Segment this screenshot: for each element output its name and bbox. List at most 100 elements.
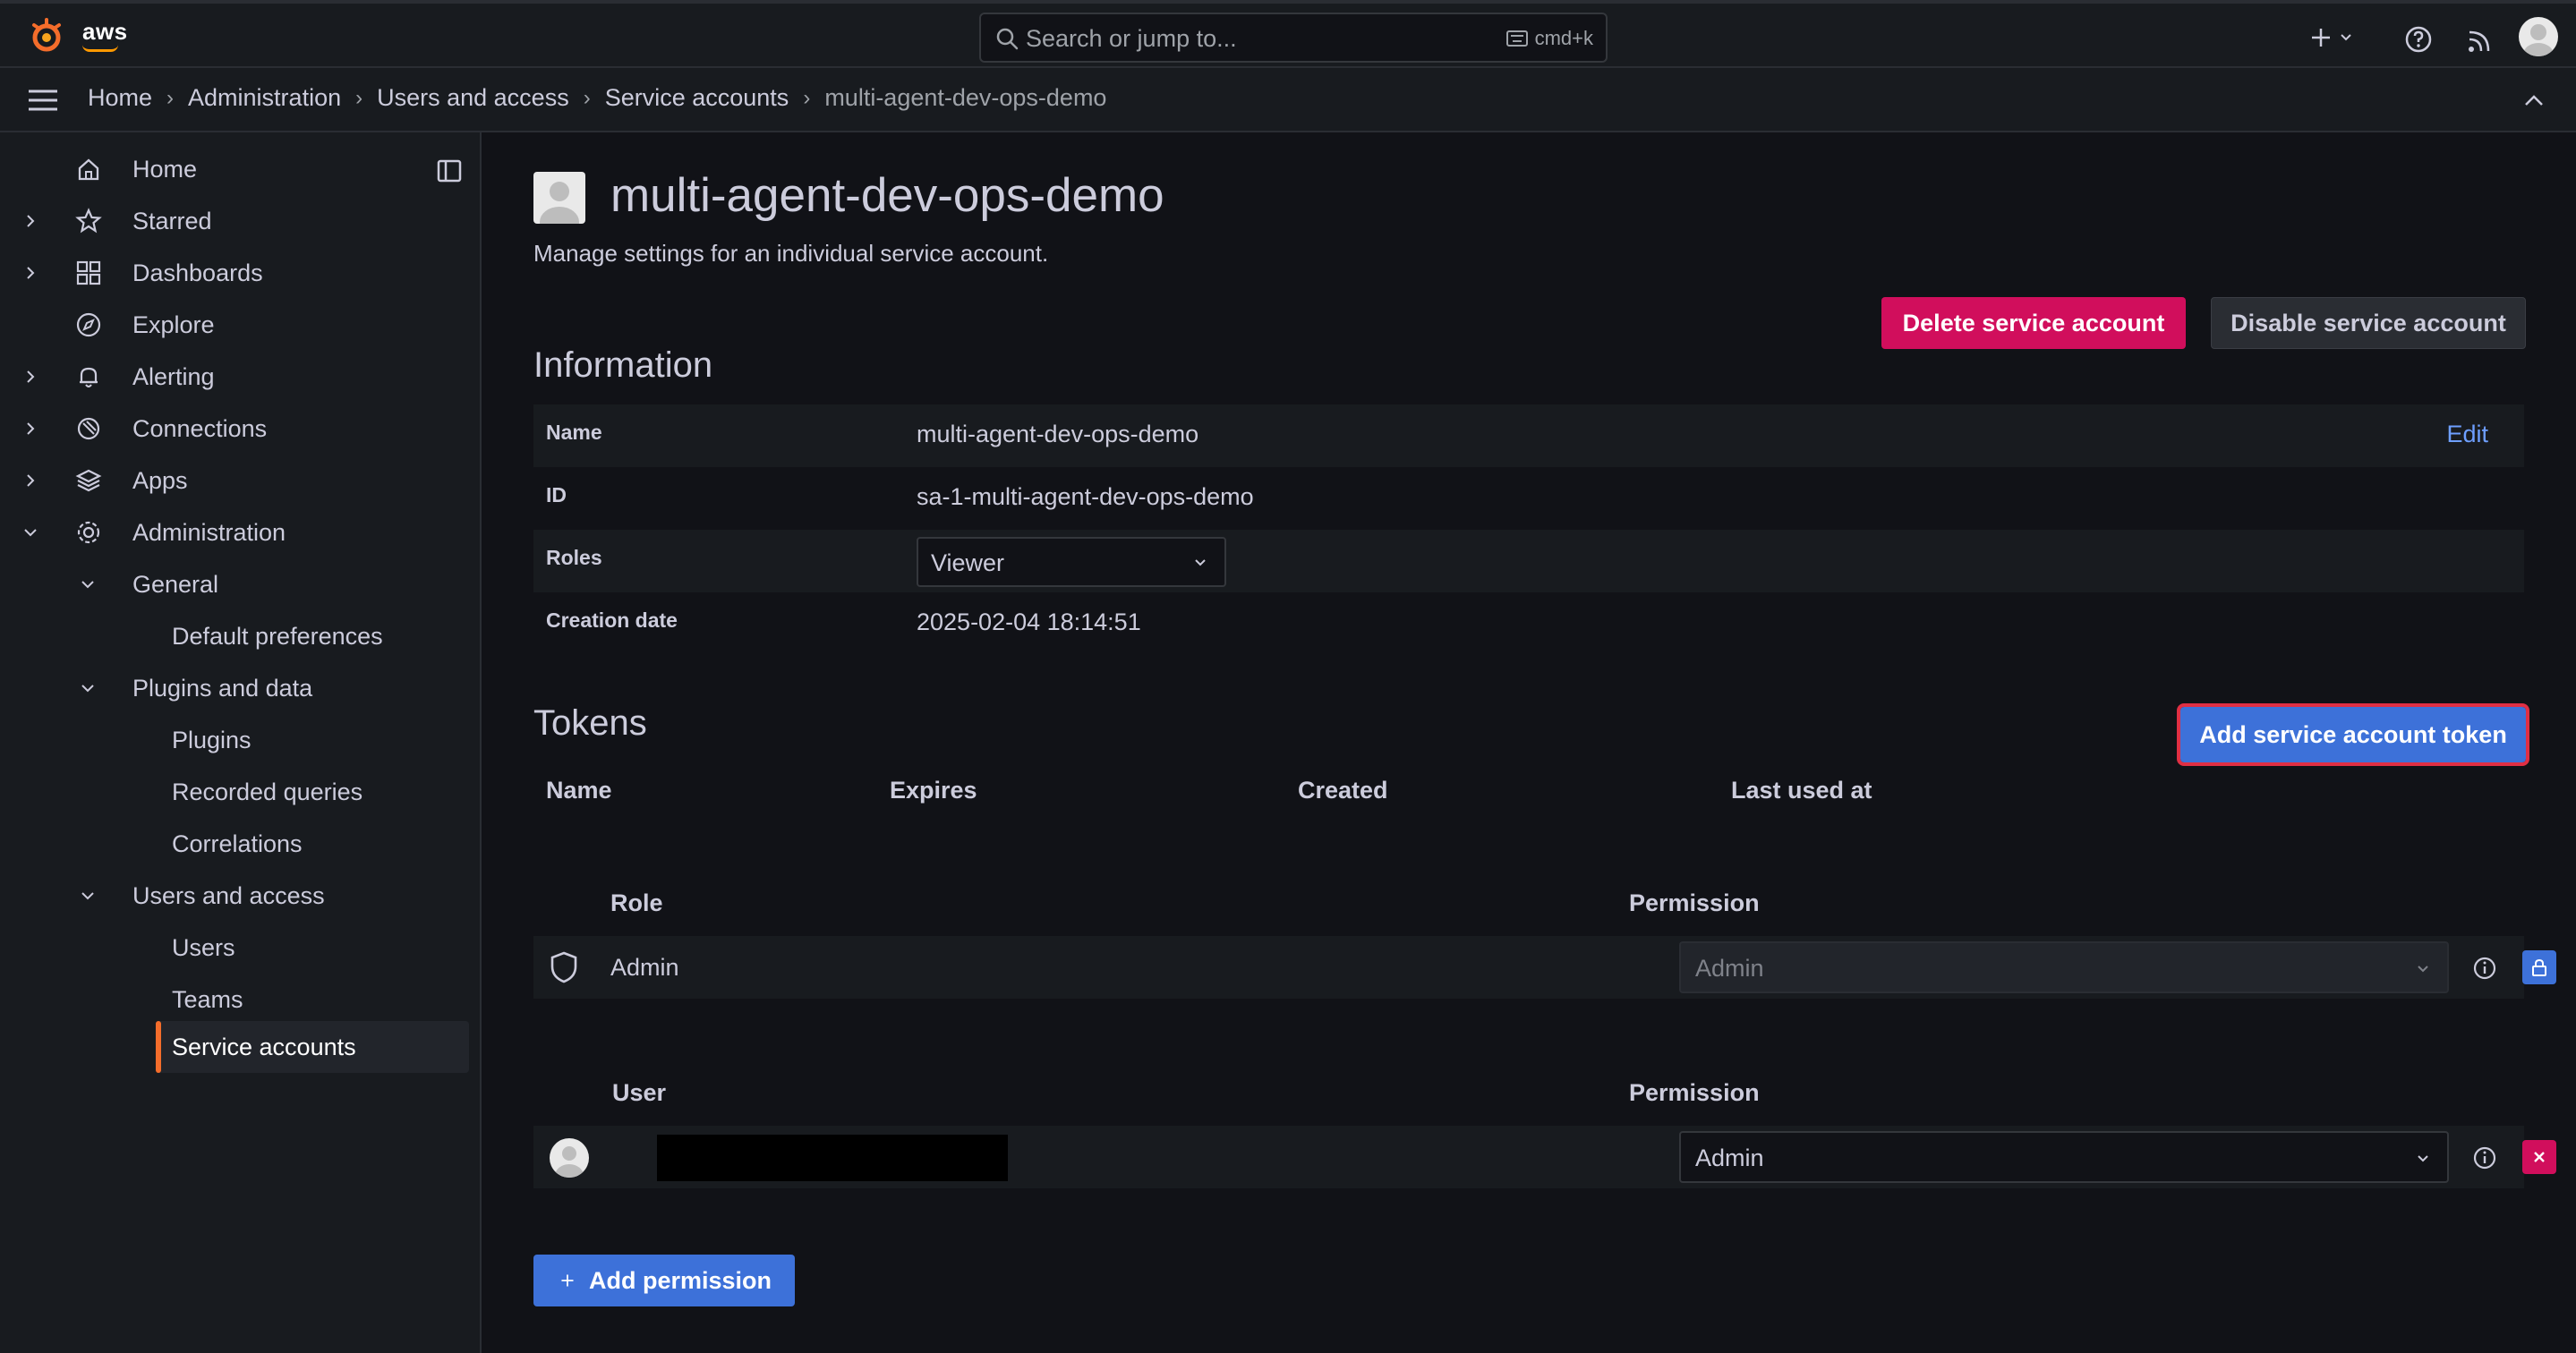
connections-icon (77, 417, 100, 440)
chevron-right-icon[interactable] (21, 472, 39, 489)
edit-name-button[interactable]: Edit (2446, 421, 2488, 448)
breadcrumb-home[interactable]: Home (88, 84, 152, 112)
breadcrumb-administration[interactable]: Administration (188, 84, 341, 112)
close-icon (2534, 1152, 2545, 1162)
id-value: sa-1-multi-agent-dev-ops-demo (917, 483, 1254, 510)
sidebar-item-service-accounts[interactable]: Service accounts (156, 1021, 469, 1073)
search-input[interactable]: Search or jump to... cmd+k (979, 13, 1608, 63)
keyboard-icon (1506, 30, 1528, 47)
chevron-down-icon[interactable] (21, 523, 39, 541)
permission-row-role: Admin Admin (533, 936, 2556, 999)
sidebar-item-apps[interactable]: Apps (0, 458, 482, 503)
chevron-down-icon[interactable] (79, 887, 97, 905)
user-permission-value: Admin (1695, 1145, 1764, 1171)
add-service-account-token-button[interactable]: Add service account token (2177, 703, 2529, 766)
permission-role-header: Role (610, 889, 663, 916)
role-select-value: Viewer (931, 549, 1005, 576)
sidebar-item-plugins-and-data[interactable]: Plugins and data (0, 666, 482, 711)
sidebar-item-label: Recorded queries (172, 778, 363, 805)
sidebar-item-home[interactable]: Home (0, 147, 482, 191)
creation-date-value: 2025-02-04 18:14:51 (917, 608, 1141, 635)
breadcrumb-separator-icon: › (355, 85, 363, 110)
breadcrumb-separator-icon: › (583, 85, 591, 110)
sidebar-item-label: Home (132, 155, 198, 183)
sidebar: Home Starred Dashboards Explore Alerting… (0, 132, 482, 1353)
chevron-right-icon[interactable] (21, 420, 39, 438)
info-icon[interactable] (2472, 956, 2497, 981)
sidebar-item-label: Users and access (132, 881, 325, 909)
chevron-up-icon[interactable] (2522, 91, 2546, 109)
sidebar-item-users[interactable]: Users (0, 925, 482, 970)
chevron-down-icon (2341, 34, 2351, 41)
page-subtitle: Manage settings for an individual servic… (533, 240, 1049, 267)
remove-permission-button[interactable] (2522, 1140, 2556, 1174)
sidebar-item-label: Default preferences (172, 622, 383, 650)
chevron-right-icon[interactable] (21, 264, 39, 282)
plus-icon (561, 1274, 574, 1287)
star-icon (75, 208, 102, 234)
sidebar-item-plugins[interactable]: Plugins (0, 718, 482, 762)
sidebar-item-label: Plugins and data (132, 674, 313, 702)
sidebar-item-label: Starred (132, 207, 212, 234)
breadcrumb-separator-icon: › (166, 85, 175, 110)
information-heading: Information (533, 345, 713, 385)
permission-user-header: User (612, 1079, 667, 1106)
sidebar-item-default-preferences[interactable]: Default preferences (0, 614, 482, 659)
sidebar-item-label: Service accounts (172, 1033, 356, 1060)
help-icon[interactable] (2404, 21, 2433, 57)
grafana-logo-icon[interactable] (27, 16, 66, 55)
user-permission-select[interactable]: Admin (1679, 1131, 2449, 1183)
sidebar-item-administration[interactable]: Administration (0, 510, 482, 555)
new-menu-button[interactable] (2309, 20, 2354, 55)
active-indicator (156, 1021, 161, 1073)
plus-icon (2312, 29, 2330, 47)
breadcrumb-current: multi-agent-dev-ops-demo (824, 84, 1107, 111)
sidebar-item-alerting[interactable]: Alerting (0, 354, 482, 399)
info-icon[interactable] (2472, 1145, 2497, 1170)
news-icon[interactable] (2467, 23, 2492, 59)
sidebar-item-label: Explore (132, 311, 215, 338)
id-label: ID (546, 483, 567, 506)
user-avatar-icon[interactable] (2519, 17, 2558, 56)
sidebar-item-correlations[interactable]: Correlations (0, 821, 482, 866)
sidebar-item-dashboards[interactable]: Dashboards (0, 251, 482, 295)
chevron-right-icon[interactable] (21, 212, 39, 230)
sidebar-item-label: General (132, 570, 219, 598)
role-permission-value: Admin (1695, 955, 1764, 982)
info-row-id: ID sa-1-multi-agent-dev-ops-demo (533, 467, 2524, 530)
bell-icon (80, 367, 98, 387)
top-bar: aws Search or jump to... cmd+k (0, 0, 2576, 68)
menu-icon[interactable] (27, 88, 59, 113)
aws-smile-icon (82, 45, 118, 52)
service-account-avatar-icon (533, 172, 585, 224)
sidebar-item-connections[interactable]: Connections (0, 406, 482, 451)
name-label: Name (546, 421, 602, 444)
sidebar-item-users-and-access[interactable]: Users and access (0, 873, 482, 918)
sidebar-item-general[interactable]: General (0, 562, 482, 607)
chevron-right-icon[interactable] (21, 368, 39, 386)
sidebar-item-teams[interactable]: Teams (0, 977, 482, 1022)
breadcrumb-service-accounts[interactable]: Service accounts (605, 84, 789, 112)
chevron-down-icon (2418, 966, 2428, 973)
delete-service-account-button[interactable]: Delete service account (1881, 297, 2186, 349)
breadcrumb: Home › Administration › Users and access… (88, 84, 1106, 112)
compass-icon (76, 312, 101, 337)
creation-date-label: Creation date (546, 608, 678, 632)
role-select[interactable]: Viewer (917, 537, 1226, 587)
sidebar-item-starred[interactable]: Starred (0, 199, 482, 243)
breadcrumb-users-and-access[interactable]: Users and access (377, 84, 569, 112)
sidebar-item-label: Apps (132, 466, 188, 494)
add-permission-button[interactable]: Add permission (533, 1255, 795, 1306)
chevron-down-icon[interactable] (79, 679, 97, 697)
sidebar-item-label: Plugins (172, 726, 252, 753)
sidebar-item-label: Alerting (132, 362, 215, 390)
sidebar-item-explore[interactable]: Explore (0, 302, 482, 347)
user-avatar-icon (550, 1138, 589, 1178)
shield-icon (550, 951, 577, 983)
sidebar-item-label: Users (172, 933, 235, 961)
sidebar-item-recorded-queries[interactable]: Recorded queries (0, 770, 482, 814)
lock-button[interactable] (2522, 950, 2556, 984)
chevron-down-icon[interactable] (79, 575, 97, 593)
disable-service-account-button[interactable]: Disable service account (2211, 297, 2526, 349)
sidebar-item-label: Dashboards (132, 259, 263, 286)
